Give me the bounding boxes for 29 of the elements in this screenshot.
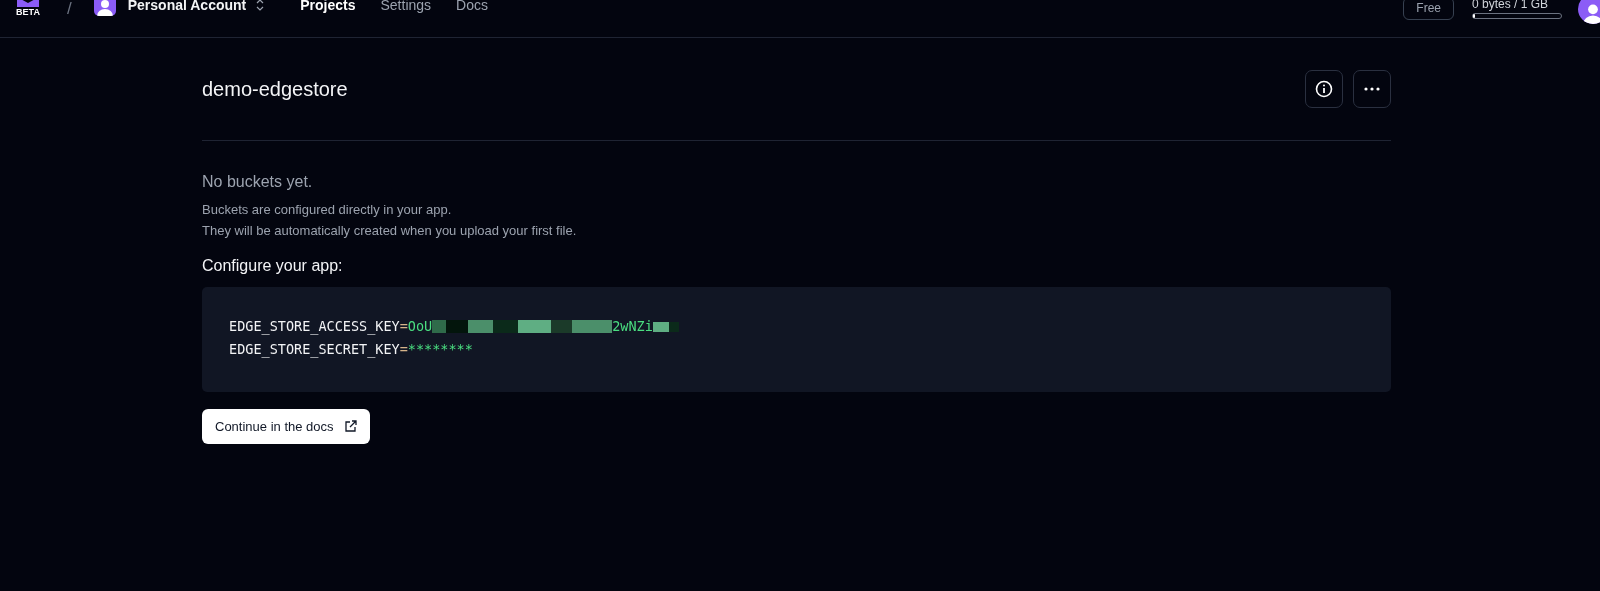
env-var-value: ******** [407, 340, 473, 359]
configure-heading: Configure your app: [202, 257, 344, 275]
more-icon [1364, 87, 1380, 91]
info-button[interactable] [1305, 70, 1343, 108]
redacted-block [652, 321, 679, 332]
docs-button[interactable]: Continue in the docs [202, 409, 370, 444]
plan-badge: Free [1403, 0, 1454, 20]
empty-state-title: No buckets yet. [202, 173, 314, 191]
external-link-icon [343, 420, 357, 433]
storage-usage-text: 0 bytes / 1 GB [1472, 0, 1550, 11]
nav-tab[interactable]: Settings [380, 0, 432, 13]
nav-tab[interactable]: Docs [456, 0, 488, 13]
equals-sign: = [399, 340, 408, 357]
beta-label: BETA [16, 7, 40, 17]
account-avatar-icon [93, 0, 116, 16]
equals-sign: = [399, 317, 408, 334]
more-options-button[interactable] [1353, 70, 1391, 108]
breadcrumb-separator: / [67, 0, 72, 18]
env-var-name: EDGE_STORE_ACCESS_KEY [229, 317, 400, 337]
chevron-up-down-icon[interactable] [256, 0, 265, 11]
env-var-name: EDGE_STORE_SECRET_KEY [229, 340, 400, 360]
info-icon [1315, 80, 1333, 98]
help-text: They will be automatically created when you upload your first file. [202, 222, 578, 240]
nav-tab[interactable]: Projects [300, 0, 356, 13]
env-var-value: 2wNZi [612, 317, 653, 336]
env-var-value: OoU [407, 317, 433, 336]
help-text: Buckets are configured directly in your app. [202, 201, 453, 219]
account-name[interactable]: Personal Account [127, 0, 247, 13]
project-title: demo-edgestore [202, 77, 349, 101]
